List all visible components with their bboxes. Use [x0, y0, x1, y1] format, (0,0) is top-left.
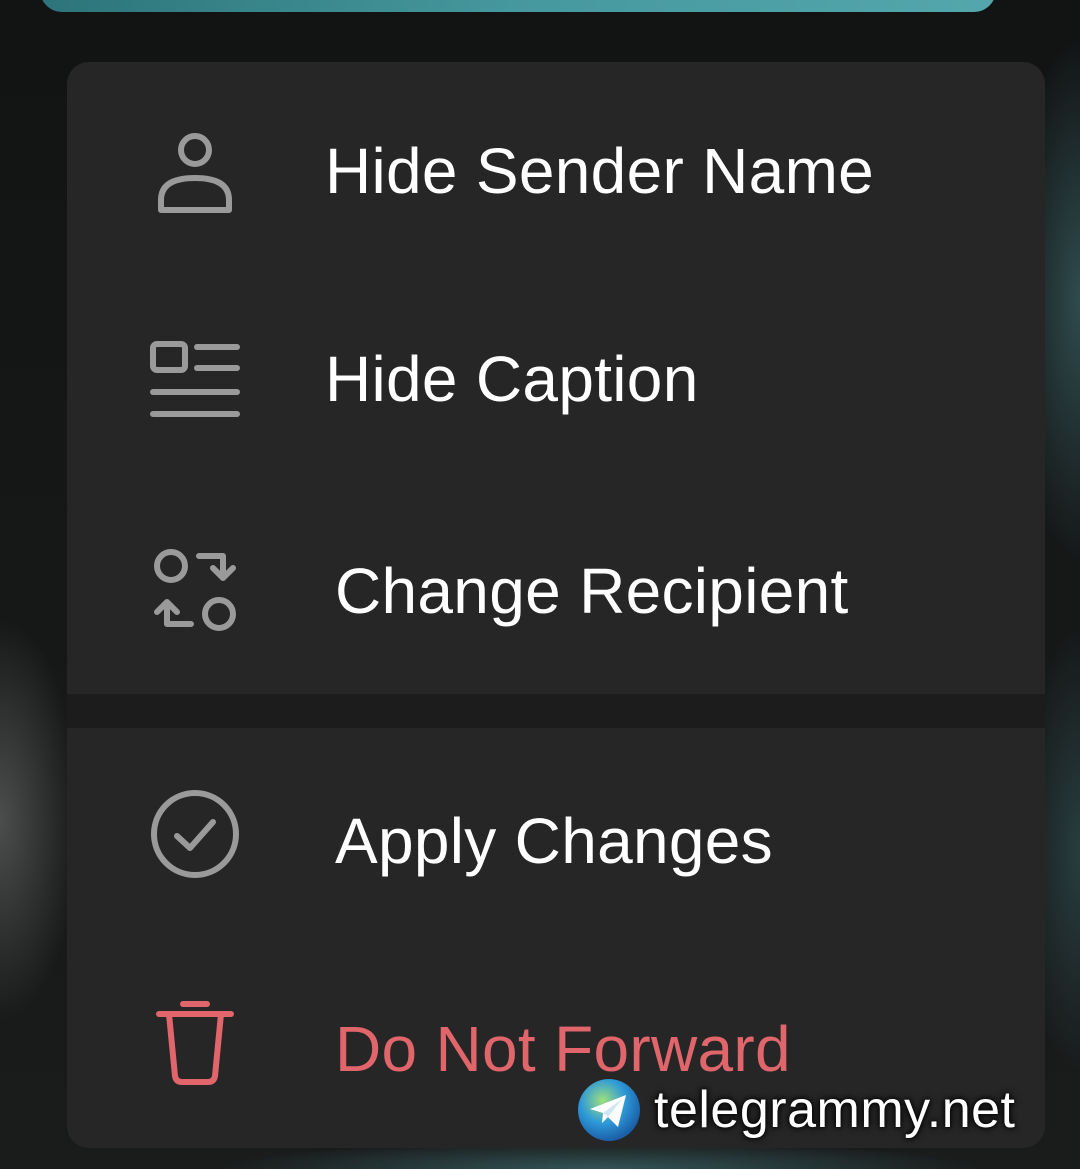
swap-icon [147, 542, 243, 638]
menu-item-hide-sender-name[interactable]: Hide Sender Name [67, 66, 1045, 278]
forward-options-menu: Hide Sender Name Hide Caption Change Rec… [67, 62, 1045, 1148]
menu-separator [67, 694, 1045, 728]
telegram-globe-icon [576, 1077, 642, 1143]
caption-icon [147, 338, 243, 434]
menu-item-label: Apply Changes [335, 805, 773, 877]
trash-icon [147, 992, 243, 1088]
message-bubble [40, 0, 996, 12]
apply-changes-button[interactable]: Apply Changes [67, 732, 1045, 944]
watermark: telegrammy.net [576, 1074, 1016, 1146]
person-icon [147, 126, 243, 222]
menu-item-label: Change Recipient [335, 555, 849, 627]
watermark-text: telegrammy.net [654, 1081, 1016, 1139]
menu-item-label: Hide Sender Name [325, 135, 875, 207]
check-circle-icon [147, 786, 243, 882]
menu-item-label: Hide Caption [325, 343, 699, 415]
menu-item-hide-caption[interactable]: Hide Caption [67, 276, 1045, 488]
menu-item-change-recipient[interactable]: Change Recipient [67, 486, 1045, 698]
